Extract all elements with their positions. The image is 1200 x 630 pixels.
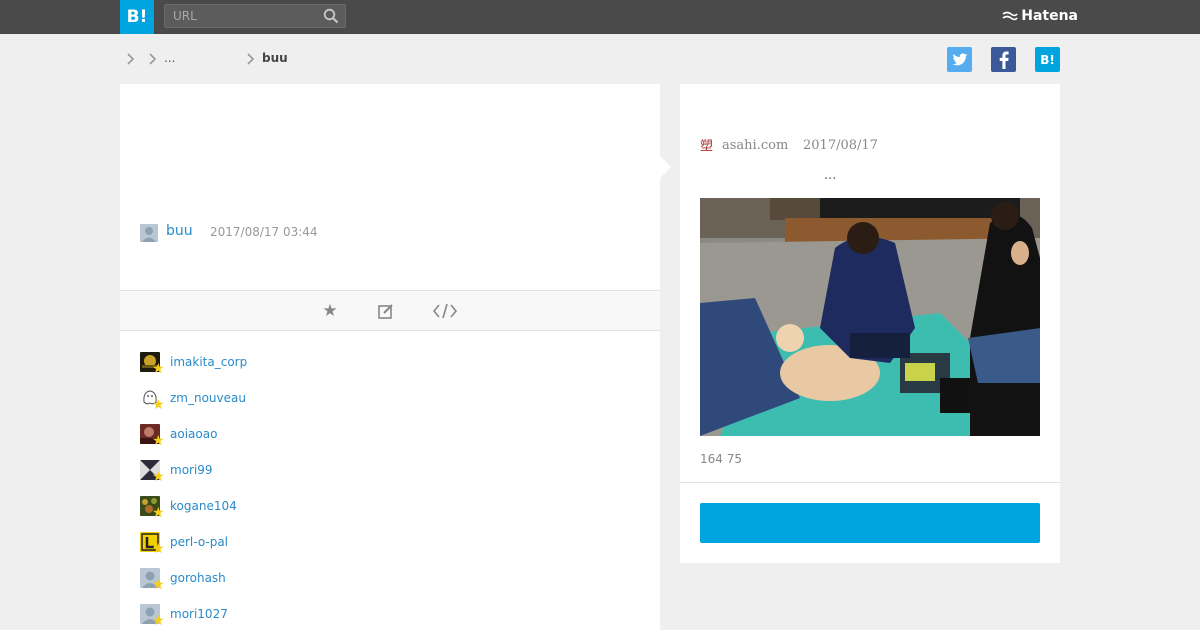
- chevron-right-icon: [247, 53, 255, 65]
- user-name: mori99: [170, 463, 213, 477]
- article-date: 2017/08/17: [803, 138, 878, 153]
- edit-icon[interactable]: [376, 301, 396, 321]
- facebook-icon: [999, 51, 1009, 69]
- author-avatar[interactable]: [140, 224, 158, 242]
- article-panel: 塑 asahi.com 2017/08/17 ... 164 75: [680, 84, 1060, 563]
- list-item[interactable]: ★ gorohash: [140, 568, 440, 592]
- bookmark-timestamp: 2017/08/17 03:44: [210, 225, 318, 239]
- list-item[interactable]: ★ imakita_corp: [140, 352, 440, 376]
- bookmark-counts: 164 75: [700, 452, 742, 466]
- twitter-share-button[interactable]: [947, 47, 972, 72]
- user-name: zm_nouveau: [170, 391, 246, 405]
- star-icon: ★: [152, 397, 165, 413]
- star-icon: ★: [152, 577, 165, 593]
- divider: [680, 482, 1060, 483]
- star-icon: ★: [152, 541, 165, 557]
- search-box: [164, 4, 346, 28]
- article-thumbnail[interactable]: [700, 198, 1040, 436]
- star-icon: ★: [152, 433, 165, 449]
- article-excerpt[interactable]: ...: [824, 168, 836, 183]
- hatena-brand-icon: [1002, 11, 1018, 21]
- panel-pointer: [660, 156, 671, 178]
- hatena-bookmark-logo[interactable]: B!: [120, 0, 154, 34]
- user-name: gorohash: [170, 571, 226, 585]
- breadcrumb-item[interactable]: ...: [164, 51, 175, 65]
- user-name: kogane104: [170, 499, 237, 513]
- chevron-right-icon: [149, 53, 157, 65]
- hatena-share-button[interactable]: B!: [1035, 47, 1060, 72]
- hatena-brand-link[interactable]: Hatena: [1002, 8, 1078, 24]
- search-icon[interactable]: [323, 8, 339, 24]
- source-favicon: 塑: [700, 139, 714, 154]
- star-icon: ★: [152, 613, 165, 629]
- user-name: mori1027: [170, 607, 228, 621]
- star-icon[interactable]: ★: [320, 301, 340, 321]
- author-name[interactable]: buu: [166, 223, 193, 239]
- embed-code-icon[interactable]: [432, 301, 458, 321]
- article-photo: [700, 198, 1040, 436]
- facebook-share-button[interactable]: [991, 47, 1016, 72]
- star-icon: ★: [152, 361, 165, 377]
- list-item[interactable]: ★ perl-o-pal: [140, 532, 440, 556]
- top-bar: B! Hatena: [0, 0, 1200, 34]
- user-name: imakita_corp: [170, 355, 248, 369]
- default-user-icon: [142, 227, 156, 242]
- list-item[interactable]: ★ mori99: [140, 460, 440, 484]
- read-article-button[interactable]: [700, 503, 1040, 543]
- chevron-right-icon[interactable]: [125, 52, 135, 66]
- list-item[interactable]: ★ aoiaoao: [140, 424, 440, 448]
- user-name: perl-o-pal: [170, 535, 229, 549]
- star-icon: ★: [152, 469, 165, 485]
- action-bar: ★: [120, 290, 660, 331]
- list-item[interactable]: ★ mori1027: [140, 604, 440, 628]
- list-item[interactable]: ★ kogane104: [140, 496, 440, 520]
- source-name[interactable]: asahi.com: [722, 138, 788, 153]
- brand-name: Hatena: [1021, 8, 1078, 24]
- user-name: aoiaoao: [170, 427, 218, 441]
- twitter-icon: [952, 52, 967, 65]
- breadcrumb-current: buu: [262, 51, 288, 65]
- search-input[interactable]: [165, 5, 315, 27]
- star-icon: ★: [152, 505, 165, 521]
- bookmark-panel: buu 2017/08/17 03:44 ★ ★ imakita_corp ★ …: [120, 84, 660, 630]
- list-item[interactable]: ★ zm_nouveau: [140, 388, 440, 412]
